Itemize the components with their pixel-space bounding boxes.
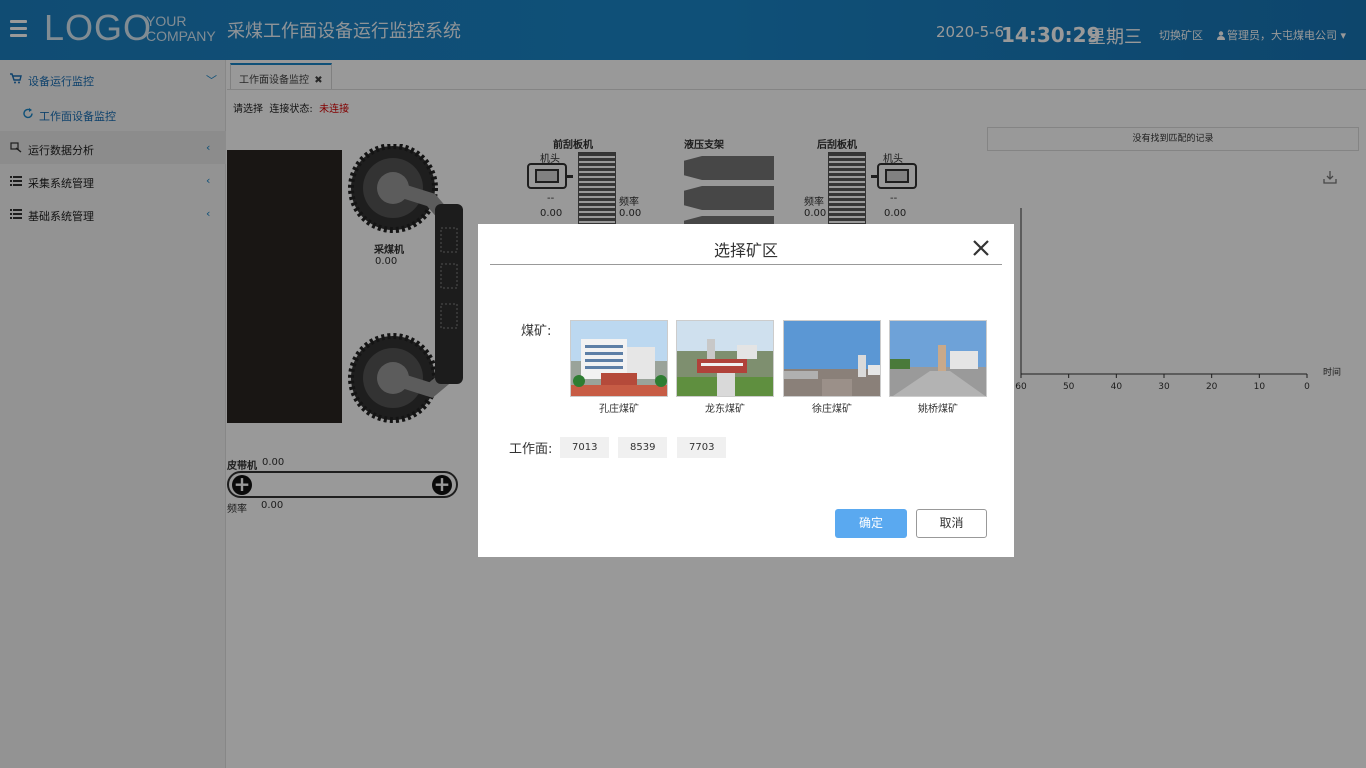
dialog-divider [490, 264, 1002, 265]
cancel-button[interactable]: 取消 [916, 509, 987, 538]
confirm-button[interactable]: 确定 [835, 509, 907, 538]
dialog-title: 选择矿区 [713, 241, 778, 260]
mine-photo-xuzhuang [784, 321, 880, 396]
mine-card-xuzhuang[interactable] [783, 320, 881, 397]
face-option-7703[interactable]: 7703 [677, 437, 727, 458]
mine-photo-yaoqiao [890, 321, 986, 396]
mine-name: 孔庄煤矿 [599, 404, 639, 415]
mine-photo-kongzhuang [571, 321, 667, 396]
face-option-7013[interactable]: 7013 [560, 437, 610, 458]
face-option-8539[interactable]: 8539 [618, 437, 668, 458]
mine-photo-longdong [677, 321, 773, 396]
close-icon[interactable] [970, 237, 992, 259]
mine-card-yaoqiao[interactable] [889, 320, 987, 397]
mine-name: 徐庄煤矿 [812, 404, 852, 415]
select-mine-dialog: 选择矿区 煤矿: 孔庄煤矿 龙东煤矿 徐庄煤矿 姚桥煤矿 工作面: 7013 8… [478, 224, 1014, 557]
mine-name: 龙东煤矿 [705, 404, 745, 415]
mine-card-longdong[interactable] [676, 320, 774, 397]
mine-name: 姚桥煤矿 [918, 404, 958, 415]
mine-field-label: 煤矿: [521, 324, 552, 339]
face-field-label: 工作面: [509, 442, 553, 457]
mine-card-kongzhuang[interactable] [570, 320, 668, 397]
